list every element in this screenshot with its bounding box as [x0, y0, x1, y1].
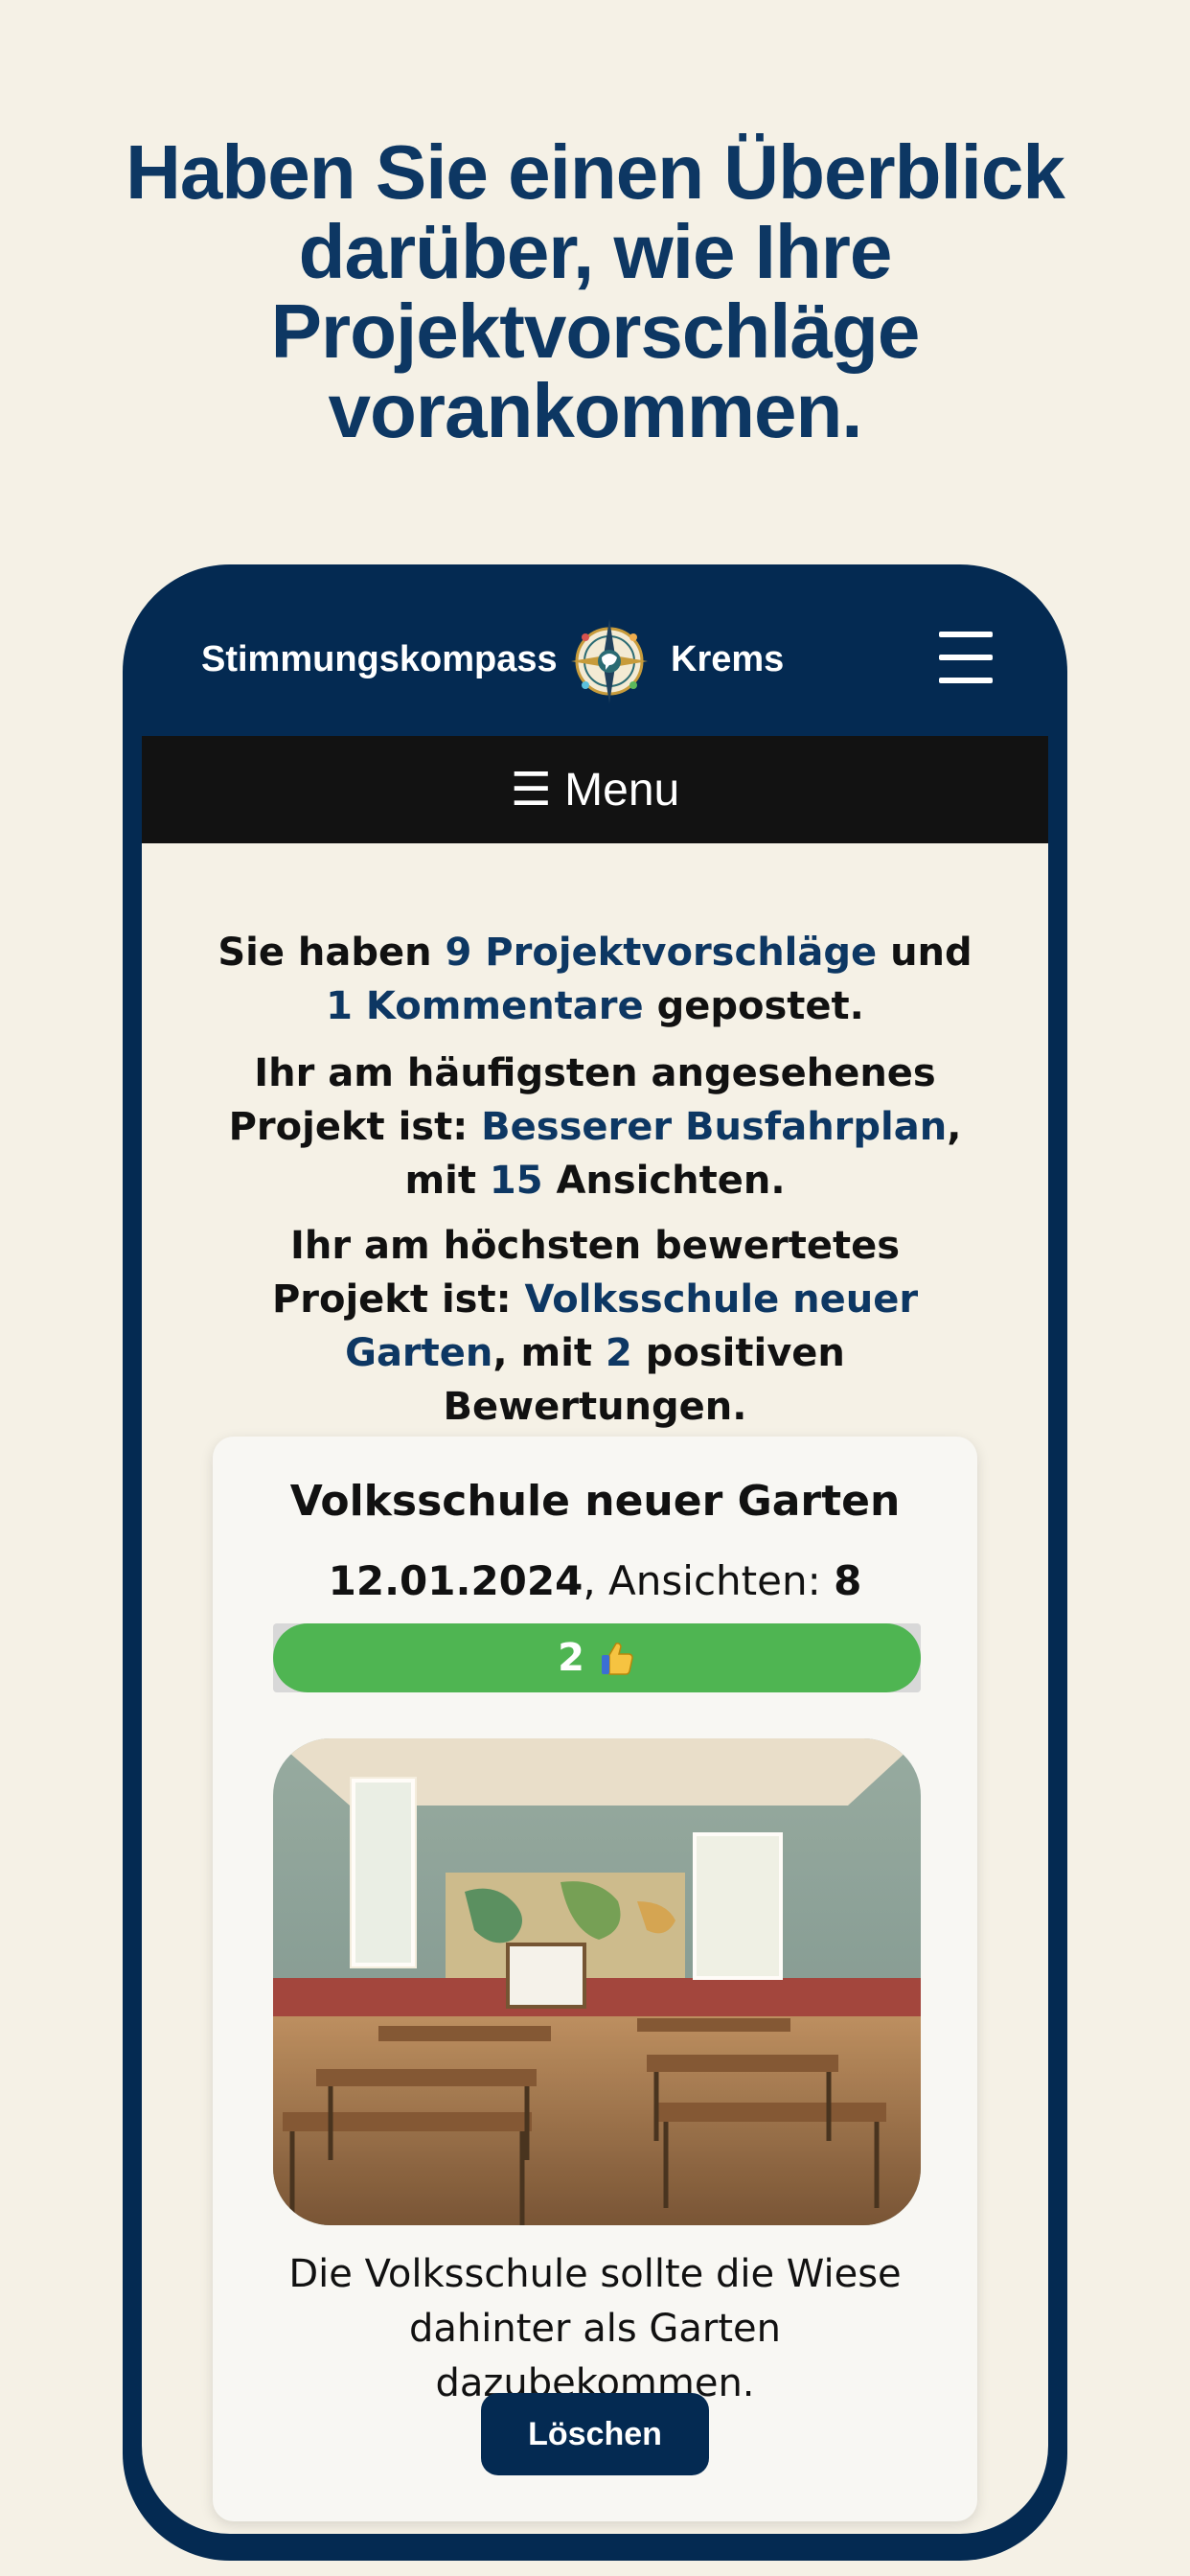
project-date: 12.01.2024 — [328, 1557, 584, 1604]
thumbs-up-icon — [601, 1643, 633, 1675]
stats-top-rated: Ihr am höchsten bewertetes Projekt ist: … — [207, 1219, 983, 1434]
stats-posted: Sie haben 9 Projektvorschläge und 1 Komm… — [207, 926, 983, 1033]
brand-name-left: Stimmungskompass — [201, 639, 558, 679]
proposals-link[interactable]: 9 Projektvorschläge — [446, 931, 878, 975]
compass-logo-icon — [571, 619, 648, 703]
stats-text: Ansichten. — [542, 1159, 786, 1203]
project-card: Volksschule neuer Garten 12.01.2024, Ans… — [213, 1437, 977, 2521]
hamburger-menu-icon[interactable] — [939, 632, 993, 683]
menu-bar[interactable]: ☰ Menu — [142, 736, 1048, 843]
stats-text: Sie haben — [217, 931, 446, 975]
top-rated-count: 2 — [605, 1331, 632, 1375]
brand-name-right: Krems — [671, 639, 785, 679]
project-meta: 12.01.2024, Ansichten: 8 — [213, 1557, 977, 1604]
page-headline: Haben Sie einen Überblick darüber, wie I… — [126, 129, 1065, 453]
most-viewed-count: 15 — [489, 1159, 543, 1203]
vote-count: 2 — [558, 1636, 584, 1680]
delete-button[interactable]: Löschen — [481, 2393, 709, 2475]
stats-text: gepostet. — [643, 984, 864, 1028]
most-viewed-project-link[interactable]: Besserer Busfahrplan — [481, 1105, 947, 1149]
project-title: Volksschule neuer Garten — [289, 1477, 901, 1526]
vote-bar: 2 — [273, 1623, 921, 1692]
project-views: 8 — [834, 1557, 862, 1604]
comments-link[interactable]: 1 Kommentare — [326, 984, 643, 1028]
app-header: Stimmungskompass Krems — [123, 564, 1067, 736]
classroom-image — [273, 1738, 921, 2225]
views-label: , Ansichten: — [583, 1557, 835, 1604]
vote-bar-fill: 2 — [273, 1623, 921, 1692]
stats-text: und — [877, 931, 973, 975]
project-description: Die Volksschule sollte die Wiese dahinte… — [288, 2252, 902, 2405]
stats-text: , mit — [492, 1331, 606, 1375]
stats-most-viewed: Ihr am häufigsten angesehenes Projekt is… — [207, 1046, 983, 1208]
